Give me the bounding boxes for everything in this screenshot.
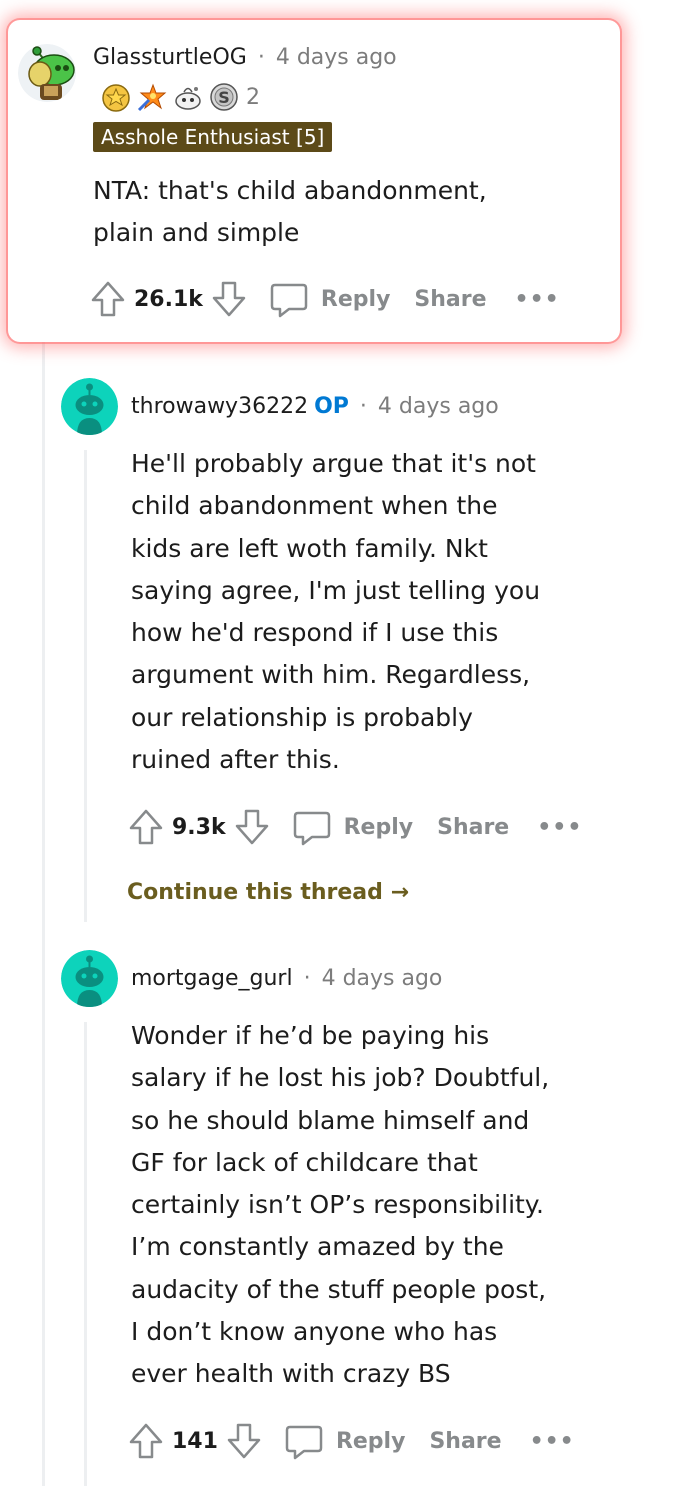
comment-text-line: plain and simple [93,218,300,248]
comment-text-line: how he'd respond if I use this [131,618,499,648]
downvote-icon[interactable] [226,1422,262,1460]
separator-dot: · [303,966,311,991]
snoo-avatar-icon [61,378,118,435]
upvote-icon[interactable] [128,1422,164,1460]
comment-body: He'll probably argue that it's not child… [131,443,540,781]
continue-thread-label: Continue this thread [127,880,383,905]
more-options-button[interactable]: ••• [515,287,560,312]
comment-header: GlassturtleOG · 4 days ago [93,45,397,70]
separator-dot: · [257,45,265,70]
comment-text-line: audacity of the stuff people post, [131,1274,547,1304]
op-badge: OP [314,394,349,419]
comment-text-line: ruined after this. [131,745,340,775]
downvote-icon[interactable] [234,808,270,846]
thread-line-op-reply[interactable] [84,450,87,922]
comment-actions: 141 Reply Share ••• [128,1421,575,1461]
comment-text-line: I don’t know anyone who has [131,1317,498,1347]
more-options-button[interactable]: ••• [537,815,582,840]
comment-body: NTA: that's child abandonment, plain and… [93,170,487,255]
reply-button[interactable]: Reply [336,1429,406,1454]
comment-text-line: salary if he lost his job? Doubtful, [131,1063,550,1093]
comment-text-line: certainly isn’t OP’s responsibility. [131,1190,544,1220]
user-flair: Asshole Enthusiast [5] [93,122,333,152]
comment-text-line: Wonder if he’d be paying his [131,1021,490,1050]
vote-score: 9.3k [172,814,226,840]
comment-text-line: I’m constantly amazed by the [131,1232,504,1262]
comment-header: throwawy36222 OP · 4 days ago [131,394,499,419]
share-button[interactable]: Share [437,815,509,840]
comment-text-line: so he should blame himself and [131,1105,530,1135]
continue-thread-link[interactable]: Continue this thread → [127,880,409,905]
comment-text-line: He'll probably argue that it's not [131,449,536,478]
comment-text-line: our relationship is probably [131,702,473,732]
comment-reply-icon[interactable] [292,807,332,847]
timestamp-link[interactable]: 4 days ago [276,45,397,70]
comment-text-line: argument with him. Regardless, [131,660,531,690]
comment-text-line: NTA: that's child abandonment, [93,176,487,205]
award-icon[interactable]: S [208,81,240,113]
comment-header: mortgage_gurl · 4 days ago [131,966,442,991]
share-button[interactable]: Share [414,287,486,312]
comment-text-line: kids are left woth family. Nkt [131,533,488,563]
timestamp-link[interactable]: 4 days ago [322,966,443,991]
vote-score: 141 [172,1428,218,1454]
awards-row[interactable]: S 2 [100,80,260,114]
user-avatar[interactable] [61,378,118,435]
timestamp-link[interactable]: 4 days ago [378,394,499,419]
vote-score: 26.1k [134,286,203,312]
comment-text-line: child abandonment when the [131,491,498,521]
username-link[interactable]: GlassturtleOG [93,45,247,70]
separator-dot: · [359,394,367,419]
comment-reply-icon[interactable] [269,279,309,319]
award-icon[interactable] [136,81,168,113]
award-icon[interactable] [100,81,132,113]
upvote-icon[interactable] [90,280,126,318]
reply-button[interactable]: Reply [321,287,391,312]
comment-text-line: GF for lack of childcare that [131,1147,478,1177]
comment-body: Wonder if he’d be paying his salary if h… [131,1015,549,1396]
arrow-right-icon: → [390,880,410,905]
award-count: 2 [246,84,260,110]
reply-button[interactable]: Reply [344,815,414,840]
user-avatar[interactable] [18,44,76,102]
upvote-icon[interactable] [128,808,164,846]
thread-line-mortgage-reply[interactable] [84,1022,87,1486]
snoo-avatar-icon [61,950,118,1007]
comment-reply-icon[interactable] [284,1421,324,1461]
user-avatar[interactable] [61,950,118,1007]
award-icon[interactable] [172,81,204,113]
comment-text-line: ever health with crazy BS [131,1359,451,1389]
comment-text-line: saying agree, I'm just telling you [131,575,541,605]
snoo-avatar-icon [18,44,76,102]
comment-actions: 9.3k Reply Share ••• [128,807,582,847]
more-options-button[interactable]: ••• [530,1429,575,1454]
svg-text:S: S [218,88,230,107]
downvote-icon[interactable] [211,280,247,318]
share-button[interactable]: Share [429,1429,501,1454]
username-link[interactable]: mortgage_gurl [131,966,293,991]
comment-actions: 26.1k Reply Share ••• [90,279,560,319]
username-link[interactable]: throwawy36222 [131,394,308,419]
